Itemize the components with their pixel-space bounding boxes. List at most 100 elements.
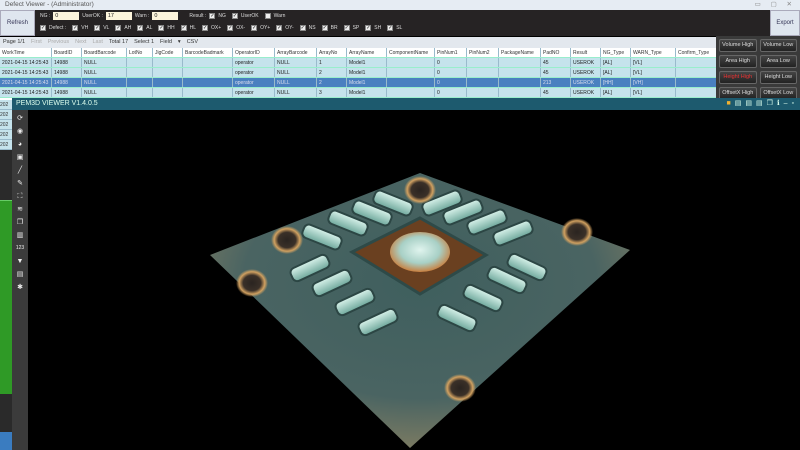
column-header: BoardBarcode bbox=[82, 48, 127, 57]
table-cell: USEROK bbox=[571, 68, 601, 77]
column-header: Confirm_Type bbox=[676, 48, 716, 57]
ruler-icon[interactable]: ╱ bbox=[18, 165, 22, 176]
column-header: BarcodeBadmark bbox=[183, 48, 233, 57]
rotate-icon[interactable]: ⟳ bbox=[17, 113, 23, 124]
export-button[interactable]: Export bbox=[770, 10, 800, 36]
defect-checkbox[interactable]: ✓ bbox=[299, 25, 306, 31]
defect-checkbox[interactable]: ✓ bbox=[202, 25, 209, 31]
page-indicator: Page 1/1 bbox=[3, 39, 26, 45]
defect-checkbox[interactable]: ✓ bbox=[251, 25, 258, 31]
defect-option: SL bbox=[396, 25, 403, 31]
palette-icon[interactable]: ◕ bbox=[18, 139, 22, 150]
table-cell: NULL bbox=[275, 88, 317, 97]
defect-checkbox[interactable]: ✓ bbox=[227, 25, 234, 31]
csv-button[interactable]: CSV bbox=[187, 37, 198, 48]
field-dropdown[interactable]: Field bbox=[160, 37, 172, 48]
defect-checkbox[interactable]: ✓ bbox=[276, 25, 283, 31]
filter-volume-high-button[interactable]: Volume High bbox=[719, 39, 757, 52]
info-icon[interactable]: ℹ bbox=[777, 98, 780, 110]
table-cell: [AL] bbox=[601, 88, 631, 97]
panel-icon[interactable]: ▥ bbox=[17, 230, 24, 241]
table-cell: 14988 bbox=[52, 58, 82, 67]
defect-checkbox[interactable]: ✓ bbox=[94, 25, 101, 31]
table-cell: 2021-04-15 14:25:43 bbox=[0, 68, 52, 77]
table-row[interactable]: 2021-04-15 14:25:43 14988 NULL operator NULL… bbox=[0, 68, 716, 78]
result-userok-checkbox[interactable]: ✓ bbox=[231, 13, 238, 19]
note-icon[interactable]: ▤ bbox=[17, 269, 24, 280]
refresh-button[interactable]: Refresh bbox=[0, 10, 35, 36]
table-cell: operator bbox=[233, 58, 275, 67]
result-warn-checkbox[interactable] bbox=[264, 13, 271, 19]
filter-area-high-button[interactable]: Area High bbox=[719, 55, 757, 68]
defect-checkbox[interactable]: ✓ bbox=[180, 25, 187, 31]
windows-start-icon[interactable] bbox=[0, 432, 12, 450]
result-ng-checkbox[interactable]: ✓ bbox=[209, 13, 216, 19]
copy-icon[interactable]: ❐ bbox=[17, 217, 23, 228]
table-cell bbox=[387, 68, 435, 77]
document-icon[interactable]: ▤ bbox=[735, 98, 742, 110]
table-cell: NULL bbox=[82, 78, 127, 87]
defect-checkbox[interactable]: ✓ bbox=[321, 25, 328, 31]
table-cell bbox=[127, 88, 153, 97]
minimize-icon[interactable]: – bbox=[784, 98, 788, 110]
3d-viewport[interactable] bbox=[28, 110, 800, 450]
table-cell: NULL bbox=[275, 58, 317, 67]
defect-checkbox[interactable]: ✓ bbox=[137, 25, 144, 31]
filter-icon[interactable]: ▼ bbox=[17, 256, 24, 267]
first-page-button[interactable]: First bbox=[31, 37, 42, 48]
userok-label: UserOK : bbox=[82, 13, 103, 19]
userok-input[interactable]: 17 bbox=[105, 12, 132, 20]
eye-icon[interactable]: ◉ bbox=[17, 126, 23, 137]
pager: Page 1/1 First Previous Next Last Total … bbox=[0, 37, 716, 48]
table-row[interactable]: 2021-04-15 14:25:43 14988 NULL operator NULL… bbox=[0, 88, 716, 98]
row-stub: 202 bbox=[0, 140, 12, 150]
table-cell bbox=[127, 58, 153, 67]
fit-icon[interactable]: ⛶ bbox=[18, 191, 23, 202]
defect-checkbox[interactable]: ✓ bbox=[72, 25, 79, 31]
table-cell bbox=[499, 58, 541, 67]
defect-checkbox[interactable]: ✓ bbox=[387, 25, 394, 31]
defect-all-checkbox[interactable]: ✓ bbox=[40, 25, 46, 31]
filter-volume-low-button[interactable]: Volume Low bbox=[759, 39, 797, 52]
defect-option: OY- bbox=[285, 25, 294, 31]
warn-input[interactable]: 0 bbox=[152, 12, 179, 20]
pin-icon[interactable]: ✎ bbox=[17, 178, 23, 189]
defect-checkbox[interactable]: ✓ bbox=[365, 25, 372, 31]
last-page-button[interactable]: Last bbox=[92, 37, 102, 48]
defect-checkbox[interactable]: ✓ bbox=[115, 25, 122, 31]
document-icon[interactable]: ▤ bbox=[745, 98, 752, 110]
previous-page-button[interactable]: Previous bbox=[48, 37, 69, 48]
next-page-button[interactable]: Next bbox=[75, 37, 86, 48]
restore-icon[interactable]: ▫ bbox=[792, 98, 794, 110]
ng-input[interactable]: 0 bbox=[53, 12, 80, 20]
ng-label: NG : bbox=[40, 13, 51, 19]
filter-height-low-button[interactable]: Height Low bbox=[759, 71, 797, 84]
table-cell: 14988 bbox=[52, 88, 82, 97]
window-controls[interactable]: ▭ ▢ ✕ bbox=[755, 0, 796, 10]
table-cell bbox=[183, 58, 233, 67]
image-icon[interactable]: ▣ bbox=[17, 152, 24, 163]
table-cell bbox=[153, 68, 183, 77]
table-row[interactable]: 2021-04-15 14:25:43 14988 NULL operator NULL… bbox=[0, 78, 716, 88]
column-header: PinNum1 bbox=[435, 48, 467, 57]
copy-icon[interactable]: ❐ bbox=[767, 98, 773, 110]
chevron-down-icon: ▾ bbox=[177, 39, 181, 45]
number-icon[interactable]: 123 bbox=[16, 243, 24, 254]
folder-icon[interactable]: ■ bbox=[727, 98, 731, 110]
settings-icon[interactable]: ✱ bbox=[17, 282, 23, 293]
pcb-board-surface bbox=[210, 173, 630, 448]
defect-checkbox[interactable]: ✓ bbox=[343, 25, 350, 31]
table-cell: Model1 bbox=[347, 68, 387, 77]
defect-option: OY+ bbox=[260, 25, 271, 31]
layers-icon[interactable]: ≋ bbox=[17, 204, 23, 215]
table-row[interactable]: 2021-04-15 14:25:43 14988 NULL operator NULL… bbox=[0, 58, 716, 68]
document-icon[interactable]: ▤ bbox=[756, 98, 763, 110]
table-cell bbox=[153, 88, 183, 97]
total-count: Total 17 bbox=[108, 39, 129, 45]
filter-height-high-button[interactable]: Height High bbox=[719, 71, 757, 84]
table-cell bbox=[499, 78, 541, 87]
table-cell bbox=[467, 88, 499, 97]
defect-checkbox[interactable]: ✓ bbox=[158, 25, 165, 31]
table-header: WorkTime BoardID BoardBarcode LotNo JigCode B… bbox=[0, 48, 716, 58]
filter-area-low-button[interactable]: Area Low bbox=[759, 55, 797, 68]
